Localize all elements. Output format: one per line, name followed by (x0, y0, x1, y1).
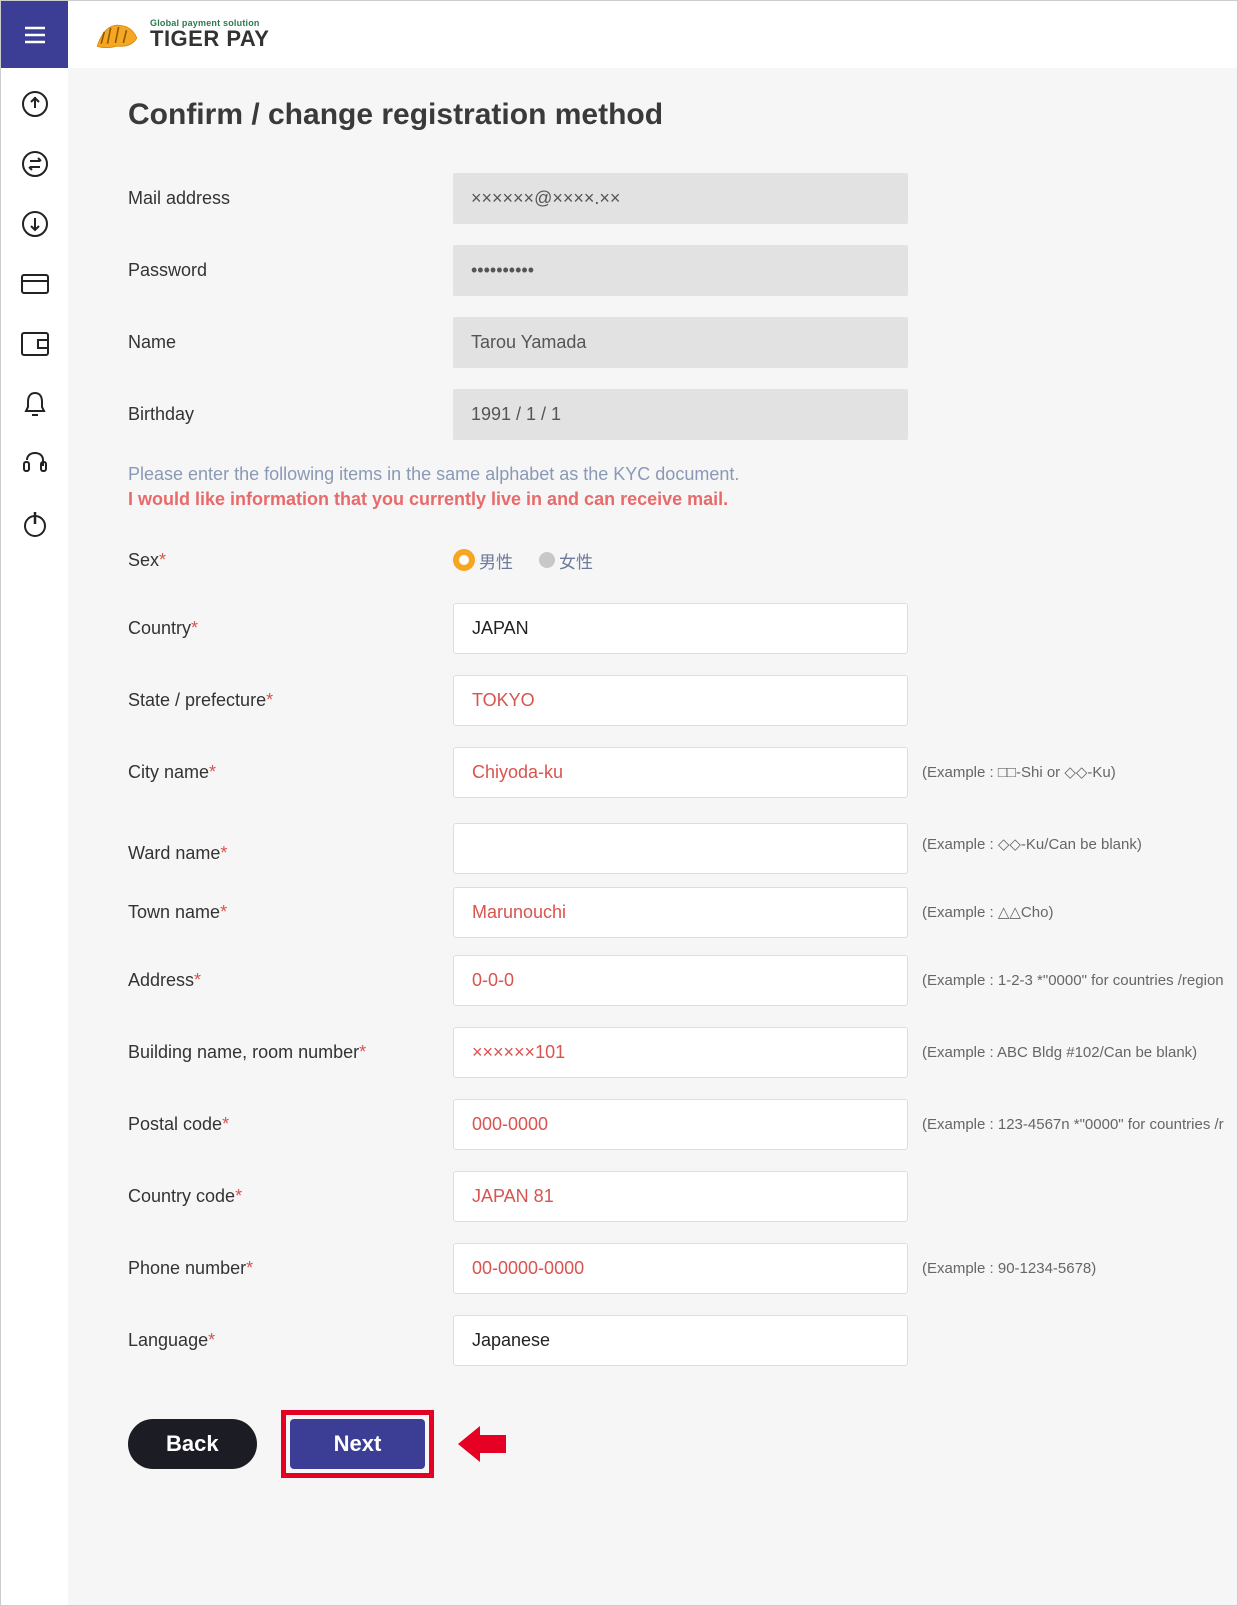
tiger-logo-icon (92, 16, 142, 54)
logo-brand: TIGER PAY (150, 28, 269, 50)
sidebar-notification-icon[interactable] (19, 388, 51, 420)
field-birthday: 1991 / 1 / 1 (453, 389, 908, 440)
label-phone: Phone number* (128, 1258, 453, 1279)
radio-selected-icon (453, 549, 475, 571)
sidebar-logout-icon[interactable] (19, 508, 51, 540)
input-town[interactable] (453, 887, 908, 938)
arrow-callout-icon (458, 1426, 506, 1462)
label-name: Name (128, 332, 453, 353)
example-address: (Example : 1-2-3 *"0000" for countries /… (922, 972, 1224, 989)
page-title: Confirm / change registration method (128, 98, 1224, 132)
radio-female[interactable]: 女性 (539, 548, 593, 573)
example-city: (Example : □□-Shi or ◇◇-Ku) (922, 763, 1116, 781)
input-address[interactable] (453, 955, 908, 1006)
label-birthday: Birthday (128, 404, 453, 425)
input-postal[interactable] (453, 1099, 908, 1150)
next-button[interactable]: Next (290, 1419, 426, 1469)
menu-toggle-button[interactable] (1, 1, 68, 68)
label-address: Address* (128, 970, 453, 991)
input-state[interactable] (453, 675, 908, 726)
label-ward: Ward name* (128, 843, 453, 874)
input-country-code[interactable] (453, 1171, 908, 1222)
input-ward[interactable] (453, 823, 908, 874)
input-city[interactable] (453, 747, 908, 798)
example-phone: (Example : 90-1234-5678) (922, 1260, 1096, 1277)
field-password: •••••••••• (453, 245, 908, 296)
topbar: Global payment solution TIGER PAY (68, 1, 1238, 68)
label-town: Town name* (128, 902, 453, 923)
example-postal: (Example : 123-4567n *"0000" for countri… (922, 1116, 1224, 1133)
hamburger-icon (24, 26, 46, 44)
sidebar-support-icon[interactable] (19, 448, 51, 480)
sidebar-withdraw-icon[interactable] (19, 208, 51, 240)
label-state: State / prefecture* (128, 690, 453, 711)
label-building: Building name, room number* (128, 1042, 453, 1063)
field-mail: ××××××@××××.×× (453, 173, 908, 224)
sidebar-exchange-icon[interactable] (19, 148, 51, 180)
next-button-highlight: Next (281, 1410, 435, 1478)
example-building: (Example : ABC Bldg #102/Can be blank) (922, 1044, 1197, 1061)
sidebar-wallet-icon[interactable] (19, 328, 51, 360)
sidebar-card-icon[interactable] (19, 268, 51, 300)
label-country-code: Country code* (128, 1186, 453, 1207)
label-city: City name* (128, 762, 453, 783)
label-sex: Sex* (128, 550, 453, 571)
sex-radio-group: 男性 女性 (453, 548, 593, 573)
label-language: Language* (128, 1330, 453, 1351)
example-ward: (Example : ◇◇-Ku/Can be blank) (922, 835, 1142, 853)
label-country: Country* (128, 618, 453, 639)
example-town: (Example : △△Cho) (922, 903, 1053, 921)
field-name: Tarou Yamada (453, 317, 908, 368)
radio-unselected-icon (539, 552, 555, 568)
instruction-kyc: Please enter the following items in the … (128, 464, 1224, 485)
input-building[interactable] (453, 1027, 908, 1078)
instruction-mail: I would like information that you curren… (128, 489, 1224, 510)
label-mail: Mail address (128, 188, 453, 209)
sidebar-deposit-icon[interactable] (19, 88, 51, 120)
radio-male[interactable]: 男性 (453, 548, 513, 573)
input-phone[interactable] (453, 1243, 908, 1294)
logo[interactable]: Global payment solution TIGER PAY (92, 16, 269, 54)
label-password: Password (128, 260, 453, 281)
label-postal: Postal code* (128, 1114, 453, 1135)
sidebar (1, 1, 68, 1605)
back-button[interactable]: Back (128, 1419, 257, 1469)
input-country[interactable] (453, 603, 908, 654)
input-language[interactable] (453, 1315, 908, 1366)
